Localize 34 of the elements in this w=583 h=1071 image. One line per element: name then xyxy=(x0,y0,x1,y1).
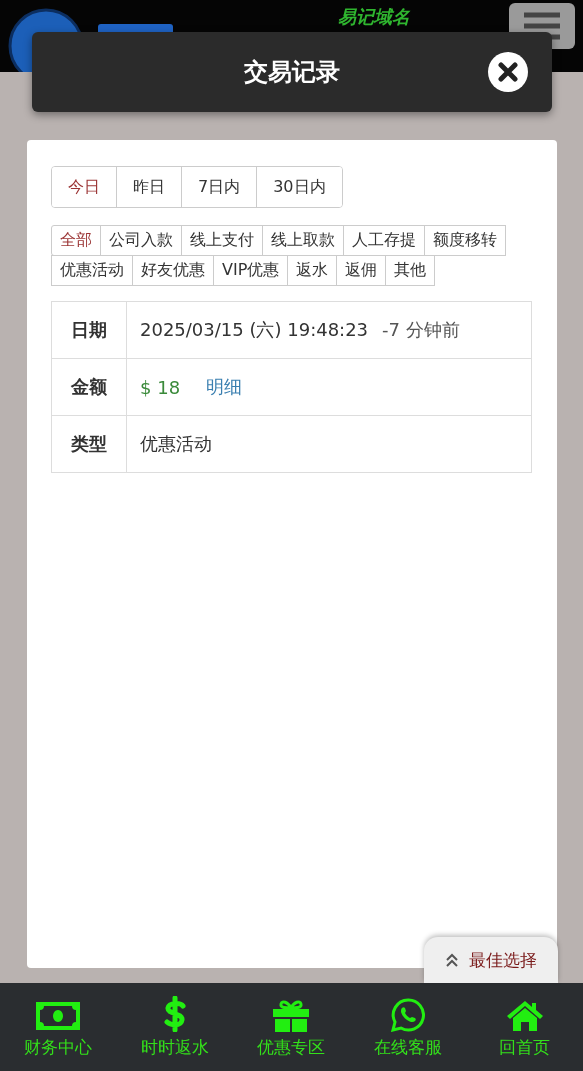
time-ago-text: -7 分钟前 xyxy=(382,318,460,342)
table-header-cell: 日期 xyxy=(52,302,127,358)
nav-label: 回首页 xyxy=(499,1035,551,1059)
home-icon xyxy=(506,999,543,1032)
nav-item[interactable]: 时时返水 xyxy=(116,995,233,1059)
detail-link[interactable]: 明细 xyxy=(206,375,243,399)
banknote-icon xyxy=(34,999,83,1032)
nav-label: 优惠专区 xyxy=(257,1035,326,1059)
gift-icon xyxy=(272,997,311,1032)
amount-text: $ 18 xyxy=(140,376,181,398)
nav-label: 财务中心 xyxy=(24,1035,93,1059)
close-icon xyxy=(498,62,518,82)
nav-item[interactable]: 财务中心 xyxy=(0,995,117,1059)
period-tab[interactable]: 30日内 xyxy=(256,167,342,207)
nav-label: 在线客服 xyxy=(374,1035,443,1059)
date-text: 2025/03/15 (六) 19:48:23 xyxy=(140,318,369,342)
table-header-cell: 类型 xyxy=(52,416,127,472)
category-filter[interactable]: 全部 xyxy=(51,225,101,256)
nav-item[interactable]: 在线客服 xyxy=(350,995,467,1059)
category-filter[interactable]: 其他 xyxy=(385,255,436,286)
close-button[interactable] xyxy=(488,52,528,92)
dollar-icon xyxy=(162,995,187,1032)
chat-phone-icon xyxy=(391,997,426,1032)
category-filter[interactable]: 优惠活动 xyxy=(51,255,133,286)
nav-item[interactable]: 优惠专区 xyxy=(233,995,350,1059)
nav-label: 时时返水 xyxy=(140,1035,209,1059)
nav-item[interactable]: 回首页 xyxy=(466,995,583,1059)
best-choice-button[interactable]: 最佳选择 xyxy=(424,937,558,983)
slogan: 易记域名 xyxy=(337,5,410,29)
type-text: 优惠活动 xyxy=(140,432,212,456)
category-filter[interactable]: 额度移转 xyxy=(424,225,506,256)
table-header-cell: 金额 xyxy=(52,359,127,415)
dialog-title: 交易记录 xyxy=(244,57,340,88)
double-chevron-up-icon xyxy=(445,953,459,967)
